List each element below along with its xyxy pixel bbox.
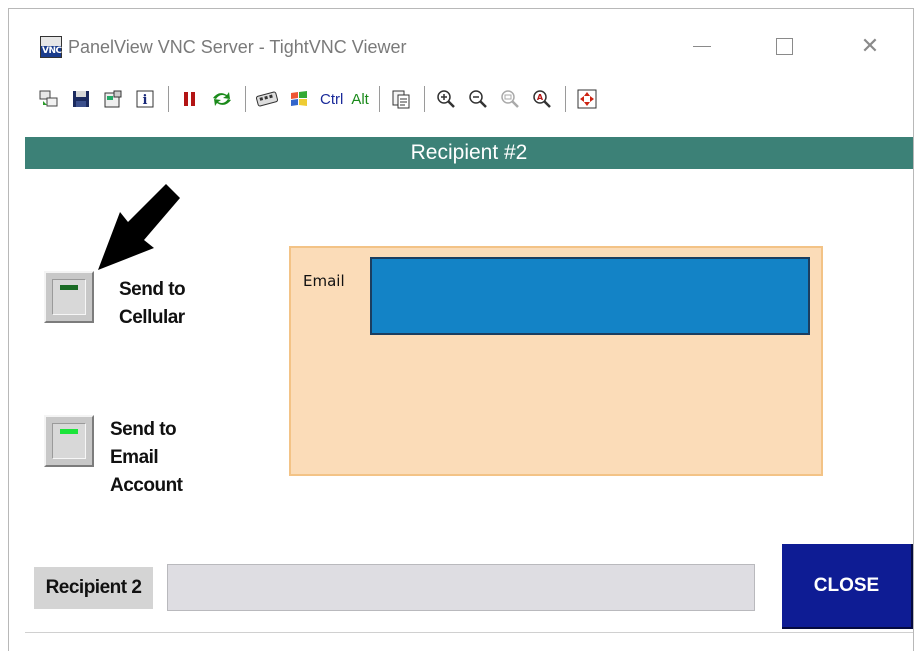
fullscreen-icon[interactable] — [576, 88, 598, 110]
save-icon[interactable] — [70, 88, 92, 110]
options-icon[interactable] — [102, 88, 124, 110]
zoom-auto-icon[interactable]: A — [531, 88, 553, 110]
close-button[interactable]: CLOSE — [782, 544, 913, 629]
send-to-email-label: Send to Email Account — [110, 419, 183, 496]
toolbar: i Ctrl Alt A — [38, 84, 608, 114]
email-panel: Email — [289, 246, 823, 476]
recipient-input[interactable] — [167, 564, 755, 611]
pointer-arrow-icon — [98, 184, 180, 270]
tightvnc-app-icon: VNC — [40, 36, 62, 58]
email-label: Email — [303, 272, 345, 290]
minimize-button[interactable] — [682, 28, 722, 64]
send-to-cellular-label: Send to Cellular — [119, 279, 186, 328]
window-title: PanelView VNC Server - TightVNC Viewer — [68, 37, 407, 57]
minimize-icon — [693, 45, 711, 47]
email-input[interactable] — [370, 257, 810, 335]
close-window-button[interactable]: ✕ — [850, 28, 890, 64]
clipboard-icon[interactable] — [390, 88, 412, 110]
svg-text:i: i — [143, 93, 148, 108]
maximize-button[interactable] — [764, 28, 804, 64]
recipient-label: Recipient 2 — [34, 567, 153, 609]
refresh-icon[interactable] — [211, 88, 233, 110]
close-icon: ✕ — [860, 33, 880, 59]
screen-header: Recipient #2 — [25, 137, 913, 169]
zoom-in-icon[interactable] — [435, 88, 457, 110]
pause-icon[interactable] — [179, 88, 201, 110]
divider — [25, 632, 913, 633]
svg-text:A: A — [537, 93, 544, 102]
screen-title: Recipient #2 — [410, 141, 528, 164]
cellular-indicator — [60, 285, 78, 290]
ctrl-key-button[interactable]: Ctrl — [320, 91, 343, 108]
zoom-out-icon[interactable] — [467, 88, 489, 110]
email-indicator — [60, 429, 78, 434]
info-icon[interactable]: i — [134, 88, 156, 110]
alt-key-button[interactable]: Alt — [351, 91, 369, 108]
send-to-cellular-button[interactable] — [44, 271, 94, 323]
ctrl-alt-del-icon[interactable] — [256, 88, 278, 110]
new-connection-icon[interactable] — [38, 88, 60, 110]
send-to-email-button[interactable] — [44, 415, 94, 467]
windows-key-icon[interactable] — [288, 88, 310, 110]
maximize-icon — [775, 37, 793, 55]
zoom-100-icon[interactable] — [499, 88, 521, 110]
